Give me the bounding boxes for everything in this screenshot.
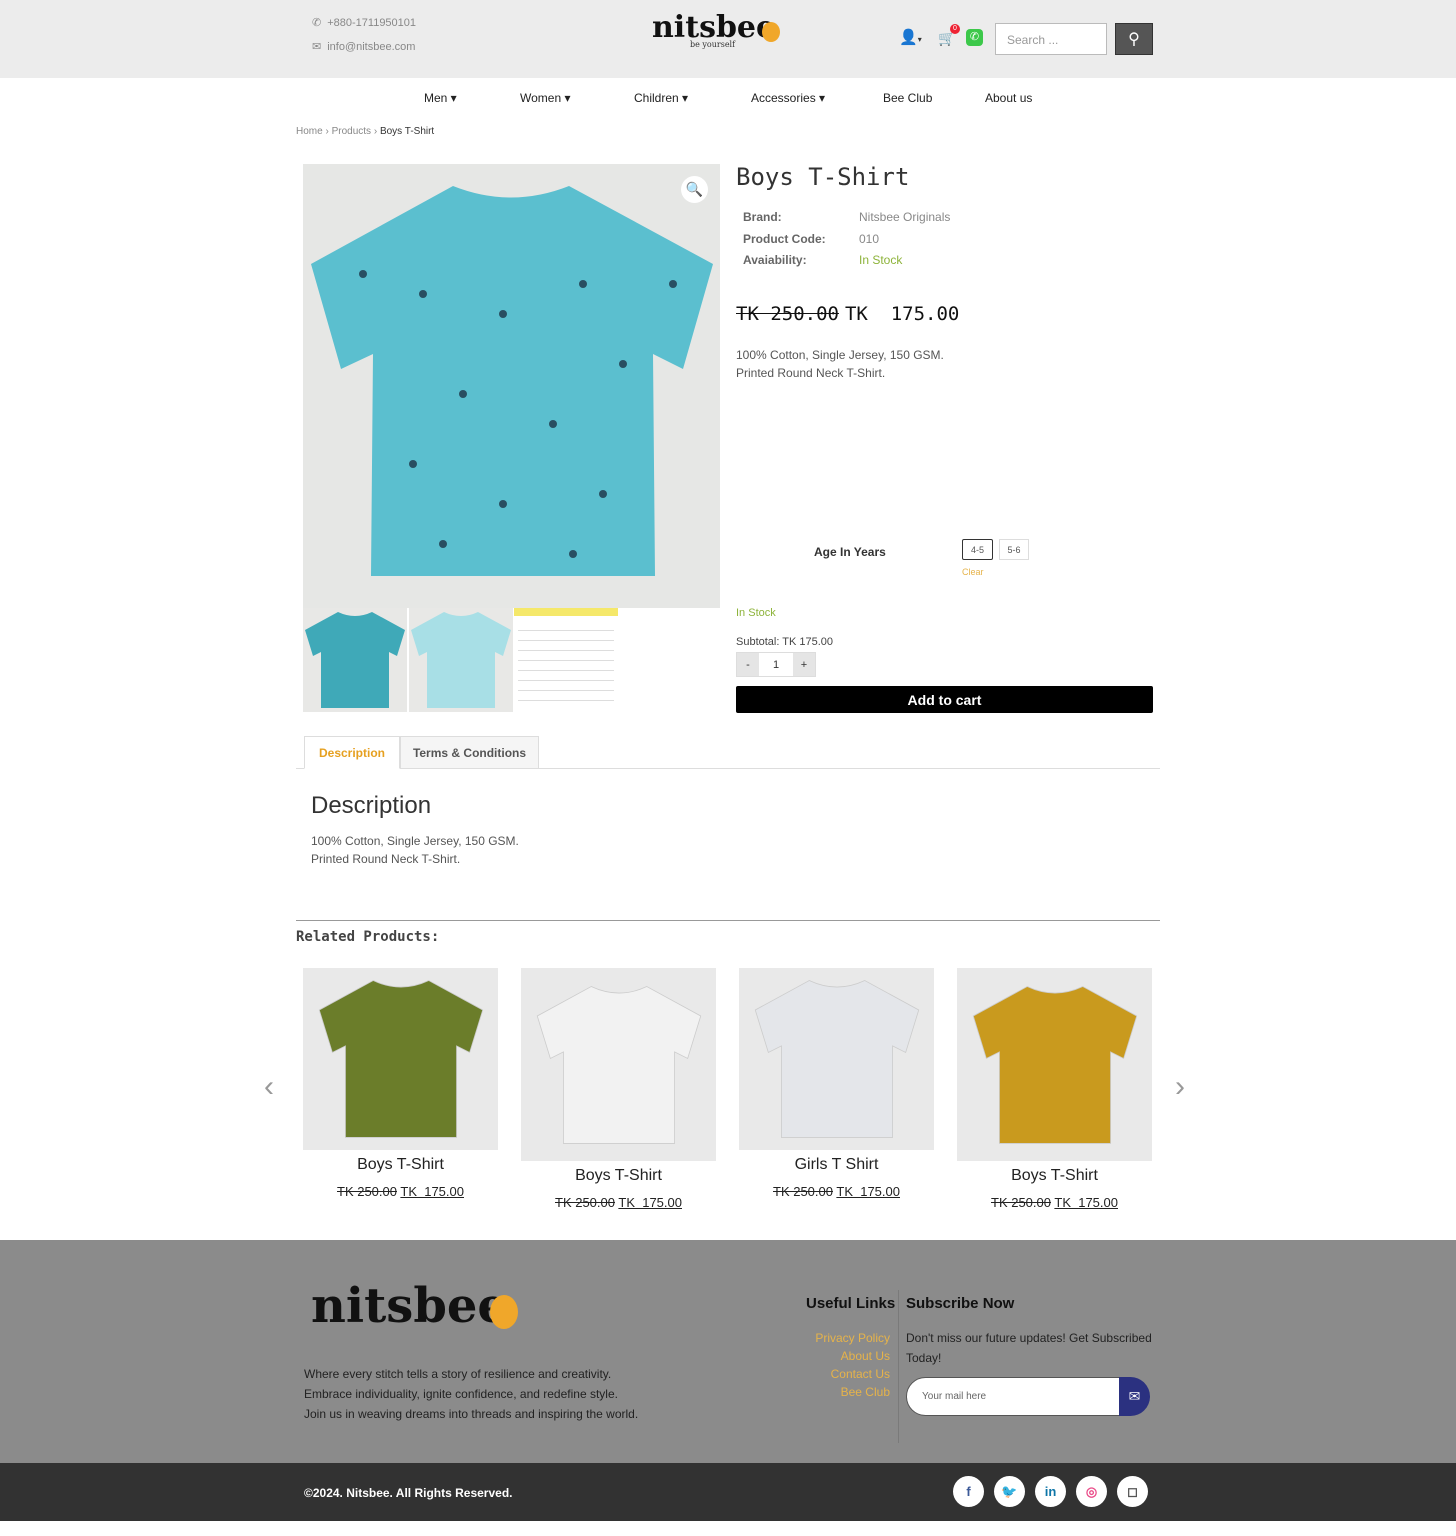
- bee-icon: [490, 1295, 518, 1329]
- related-product-image[interactable]: [303, 968, 498, 1150]
- whatsapp-icon[interactable]: ✆: [966, 29, 983, 46]
- nav-men[interactable]: Men ▾: [424, 91, 457, 105]
- breadcrumb-products[interactable]: Products: [332, 126, 371, 137]
- nav-women[interactable]: Women ▾: [520, 91, 571, 105]
- thumbnail-1[interactable]: [303, 608, 407, 712]
- breadcrumb: Home › Products › Boys T-Shirt: [296, 126, 435, 137]
- related-product-card[interactable]: Boys T-Shirt TK 250.00 TK 175.00: [303, 968, 498, 1199]
- user-account-icon[interactable]: 👤▾: [899, 28, 922, 46]
- related-product-name[interactable]: Boys T-Shirt: [521, 1167, 716, 1185]
- envelope-open-icon: ✉: [1128, 1388, 1141, 1404]
- footer: [0, 1240, 1456, 1463]
- nav-bee-club[interactable]: Bee Club: [883, 91, 932, 105]
- tab-terms-conditions[interactable]: Terms & Conditions: [400, 736, 539, 769]
- add-to-cart-button[interactable]: Add to cart: [736, 686, 1153, 713]
- footer-link-about[interactable]: About Us: [800, 1349, 890, 1363]
- related-product-image[interactable]: [521, 968, 716, 1161]
- related-product-name[interactable]: Girls T Shirt: [739, 1156, 934, 1174]
- old-price: TK 250.00: [736, 303, 839, 325]
- tab-description[interactable]: Description: [304, 736, 400, 769]
- copyright: ©2024. Nitsbee. All Rights Reserved.: [304, 1486, 513, 1500]
- age-option-4-5[interactable]: 4-5: [962, 539, 993, 560]
- main-product-image[interactable]: [303, 164, 720, 608]
- related-product-name[interactable]: Boys T-Shirt: [303, 1156, 498, 1174]
- email-contact[interactable]: ✉ info@nitsbee.com: [312, 40, 415, 54]
- twitter-icon[interactable]: 🐦: [994, 1476, 1025, 1507]
- related-product-name[interactable]: Boys T-Shirt: [957, 1167, 1152, 1185]
- short-description: 100% Cotton, Single Jersey, 150 GSM. Prin…: [736, 348, 944, 380]
- phone-contact[interactable]: ✆ +880-1711950101: [312, 16, 416, 30]
- linkedin-icon[interactable]: in: [1035, 1476, 1066, 1507]
- description-text: 100% Cotton, Single Jersey, 150 GSM. Prin…: [311, 834, 519, 866]
- thumbnail-size-chart[interactable]: SIZE CHART: [514, 608, 618, 712]
- footer-bottom-bar: [0, 1463, 1456, 1521]
- subscribe-text: Don't miss our future updates! Get Subsc…: [906, 1331, 1152, 1365]
- phone-icon: ✆: [312, 17, 322, 29]
- quantity-input[interactable]: 1: [759, 653, 793, 676]
- age-label: Age In Years: [814, 545, 886, 559]
- dribbble-icon[interactable]: ◎: [1076, 1476, 1107, 1507]
- related-product-card[interactable]: Boys T-Shirt TK 250.00 TK 175.00: [521, 968, 716, 1210]
- footer-about: Where every stitch tells a story of resi…: [304, 1367, 639, 1421]
- instagram-icon[interactable]: ◻: [1117, 1476, 1148, 1507]
- zoom-icon[interactable]: 🔍: [681, 176, 708, 203]
- search-icon: ⚲: [1128, 31, 1140, 48]
- related-product-card[interactable]: Girls T Shirt TK 250.00 TK 175.00: [739, 968, 934, 1199]
- related-product-price: TK 250.00 TK 175.00: [555, 1195, 682, 1210]
- breadcrumb-home[interactable]: Home: [296, 126, 323, 137]
- footer-link-bee-club[interactable]: Bee Club: [800, 1385, 890, 1399]
- description-heading: Description: [311, 792, 432, 819]
- facebook-icon[interactable]: f: [953, 1476, 984, 1507]
- subscribe-heading: Subscribe Now: [906, 1295, 1015, 1312]
- product-title: Boys T-Shirt: [736, 163, 910, 191]
- quantity-stepper: - 1 +: [736, 652, 816, 677]
- carousel-next-arrow[interactable]: ›: [1175, 1070, 1185, 1104]
- related-product-price: TK 250.00 TK 175.00: [773, 1184, 900, 1199]
- search-input[interactable]: Search ...: [995, 23, 1107, 55]
- sale-price: TK 175.00: [844, 303, 960, 325]
- related-product-price: TK 250.00 TK 175.00: [337, 1184, 464, 1199]
- thumbnail-2[interactable]: [409, 608, 513, 712]
- subtotal: Subtotal: TK 175.00: [736, 636, 834, 648]
- related-product-image[interactable]: [739, 968, 934, 1150]
- related-product-image[interactable]: [957, 968, 1152, 1161]
- cart-count-badge: 0: [950, 24, 960, 34]
- bee-icon: [762, 22, 780, 42]
- decrease-qty-button[interactable]: -: [737, 653, 759, 676]
- clear-selection-link[interactable]: Clear: [962, 567, 984, 577]
- subscribe-email-input[interactable]: Your mail here: [906, 1377, 1120, 1416]
- increase-qty-button[interactable]: +: [793, 653, 815, 676]
- nav-children[interactable]: Children ▾: [634, 91, 688, 105]
- footer-link-privacy[interactable]: Privacy Policy: [800, 1331, 890, 1345]
- section-divider: [296, 920, 1160, 921]
- envelope-icon: ✉: [312, 41, 322, 53]
- useful-links-heading: Useful Links: [806, 1295, 896, 1312]
- footer-divider: [898, 1290, 899, 1443]
- footer-link-contact[interactable]: Contact Us: [800, 1367, 890, 1381]
- site-logo[interactable]: nitsbee be yourself: [652, 10, 780, 49]
- related-heading: Related Products:: [296, 929, 440, 945]
- nav-about-us[interactable]: About us: [985, 91, 1032, 105]
- price: TK 250.00 TK 175.00: [736, 303, 959, 325]
- related-product-price: TK 250.00 TK 175.00: [991, 1195, 1118, 1210]
- related-product-card[interactable]: Boys T-Shirt TK 250.00 TK 175.00: [957, 968, 1152, 1210]
- age-option-5-6[interactable]: 5-6: [999, 539, 1029, 560]
- stock-status: In Stock: [736, 607, 776, 619]
- nav-accessories[interactable]: Accessories ▾: [751, 91, 825, 105]
- carousel-prev-arrow[interactable]: ‹: [264, 1070, 274, 1104]
- footer-logo: nitsbee: [311, 1278, 508, 1334]
- search-button[interactable]: ⚲: [1115, 23, 1153, 55]
